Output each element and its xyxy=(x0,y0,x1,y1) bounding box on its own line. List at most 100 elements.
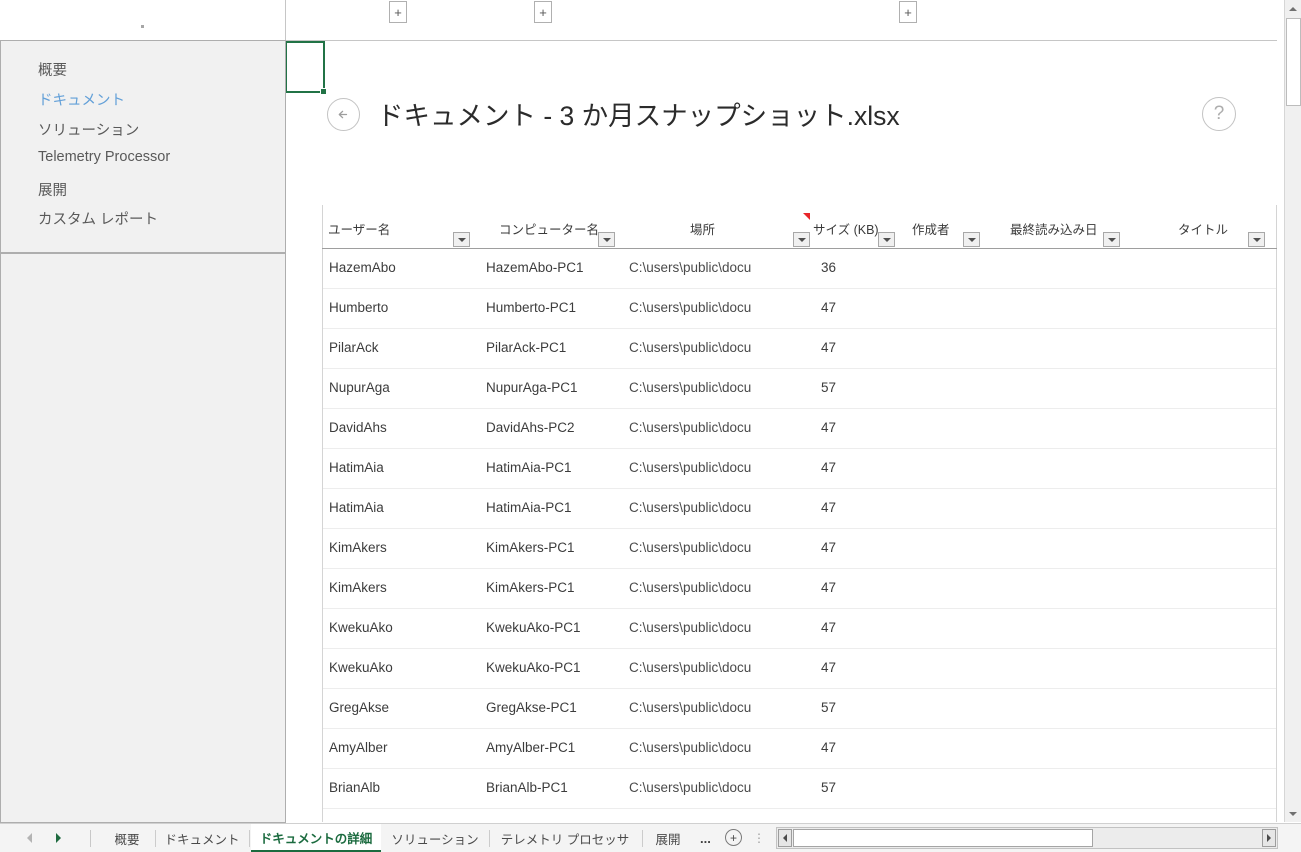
column-header-size: サイズ (KB) xyxy=(813,223,879,237)
table-row[interactable]: HazemAbo HazemAbo-PC1 C:\users\public\do… xyxy=(323,249,1276,289)
vertical-scrollbar[interactable] xyxy=(1284,0,1301,822)
sort-indicator-icon xyxy=(803,213,810,220)
column-header-computername: コンピューター名 xyxy=(499,223,600,237)
cell-location: C:\users\public\docu xyxy=(629,580,752,595)
sheet-tab-overview[interactable]: 概要 xyxy=(103,824,151,852)
table-row[interactable]: KwekuAko KwekuAko-PC1 C:\users\public\do… xyxy=(323,649,1276,689)
filter-button-lastread[interactable] xyxy=(1103,232,1120,247)
sheet-tab-documents[interactable]: ドキュメント xyxy=(157,824,247,852)
column-header-author: 作成者 xyxy=(912,223,950,237)
group-expand-button-3[interactable]: + xyxy=(899,1,917,23)
help-button[interactable]: ? xyxy=(1202,97,1236,131)
selected-cell[interactable] xyxy=(285,41,325,93)
cell-size: 47 xyxy=(821,540,837,555)
horizontal-scrollbar[interactable] xyxy=(776,827,1278,849)
cell-size: 47 xyxy=(821,420,837,435)
chevron-down-icon xyxy=(1107,237,1116,242)
cell-computername: KimAkers-PC1 xyxy=(486,540,575,555)
cell-size: 57 xyxy=(821,380,837,395)
chevron-down-icon xyxy=(967,237,976,242)
cell-location: C:\users\public\docu xyxy=(629,340,752,355)
scroll-down-button[interactable] xyxy=(1285,805,1301,822)
sheet-next-button[interactable] xyxy=(52,832,64,844)
sheet-tab-solutions[interactable]: ソリューション xyxy=(389,824,481,852)
filter-button-title[interactable] xyxy=(1248,232,1265,247)
filter-button-computername[interactable] xyxy=(598,232,615,247)
scroll-right-button[interactable] xyxy=(1262,829,1276,847)
cell-username: BrianAlb xyxy=(329,780,381,795)
table-row[interactable]: DavidAhs DavidAhs-PC2 C:\users\public\do… xyxy=(323,409,1276,449)
horizontal-scrollbar-thumb[interactable] xyxy=(793,829,1093,847)
sidebar-item-solutions[interactable]: ソリューション xyxy=(38,119,139,140)
help-question-icon: ? xyxy=(1213,103,1225,124)
sidebar-item-documents[interactable]: ドキュメント xyxy=(38,89,125,110)
sheet-tab-document-details[interactable]: ドキュメントの詳細 xyxy=(251,824,381,852)
scroll-up-button[interactable] xyxy=(1285,0,1301,17)
triangle-right-icon xyxy=(1267,834,1271,842)
cell-computername: AmyAlber-PC1 xyxy=(486,740,576,755)
sheet-tab-divider xyxy=(489,830,490,847)
cell-username: NupurAga xyxy=(329,380,390,395)
table-row[interactable]: Humberto Humberto-PC1 C:\users\public\do… xyxy=(323,289,1276,329)
page-title: ドキュメント - 3 か月スナップショット.xlsx xyxy=(377,101,900,131)
filter-button-username[interactable] xyxy=(453,232,470,247)
filter-button-location[interactable] xyxy=(793,232,810,247)
chevron-down-icon xyxy=(882,237,891,242)
table-row[interactable]: HatimAia HatimAia-PC1 C:\users\public\do… xyxy=(323,489,1276,529)
scroll-left-button[interactable] xyxy=(778,829,792,847)
cell-location: C:\users\public\docu xyxy=(629,260,752,275)
cell-username: KimAkers xyxy=(329,540,387,555)
chevron-down-icon xyxy=(457,237,466,242)
back-button[interactable] xyxy=(327,98,360,131)
group-expand-button-1[interactable]: + xyxy=(389,1,407,23)
sidebar-item-telemetry-processor[interactable]: Telemetry Processor xyxy=(38,149,170,165)
cell-username: KimAkers xyxy=(329,580,387,595)
cell-computername: KimAkers-PC1 xyxy=(486,580,575,595)
sheet-tabs-overflow-button[interactable]: ... xyxy=(700,831,711,846)
sidebar-item-overview[interactable]: 概要 xyxy=(38,59,67,80)
cell-username: DavidAhs xyxy=(329,420,387,435)
sheet-tab-divider xyxy=(642,830,643,847)
chevron-down-icon xyxy=(602,237,611,242)
sidebar-item-deployment[interactable]: 展開 xyxy=(38,179,67,200)
column-header-location: 場所 xyxy=(690,223,716,237)
data-table: ユーザー名 コンピューター名 場所 サイズ (KB) 作成者 最終読み込み日 タ… xyxy=(322,205,1277,822)
triangle-up-icon xyxy=(1289,6,1297,11)
table-row[interactable]: KimAkers KimAkers-PC1 C:\users\public\do… xyxy=(323,569,1276,609)
table-row[interactable]: KimAkers KimAkers-PC1 C:\users\public\do… xyxy=(323,529,1276,569)
cell-size: 57 xyxy=(821,780,837,795)
cell-computername: GregAkse-PC1 xyxy=(486,700,577,715)
table-right-border xyxy=(1276,205,1277,822)
filter-button-size[interactable] xyxy=(878,232,895,247)
sheet-tab-deployment[interactable]: 展開 xyxy=(648,824,688,852)
table-row[interactable]: PilarAck PilarAck-PC1 C:\users\public\do… xyxy=(323,329,1276,369)
back-arrow-icon xyxy=(338,110,348,119)
table-row[interactable]: AmyAlber AmyAlber-PC1 C:\users\public\do… xyxy=(323,729,1276,769)
vertical-scrollbar-thumb[interactable] xyxy=(1286,18,1301,106)
table-row[interactable]: NupurAga NupurAga-PC1 C:\users\public\do… xyxy=(323,369,1276,409)
filter-button-author[interactable] xyxy=(963,232,980,247)
sheet-bar-more-options[interactable]: ⋮ xyxy=(753,831,765,845)
table-row[interactable]: HatimAia HatimAia-PC1 C:\users\public\do… xyxy=(323,449,1276,489)
cell-username: GregAkse xyxy=(329,700,390,715)
cell-location: C:\users\public\docu xyxy=(629,540,752,555)
sheet-prev-button[interactable] xyxy=(23,832,35,844)
sheet-tab-divider xyxy=(249,830,250,847)
fill-handle[interactable] xyxy=(320,88,327,95)
sheet-tab-telemetry-processor[interactable]: テレメトリ プロセッサ xyxy=(494,824,636,852)
table-row[interactable]: KwekuAko KwekuAko-PC1 C:\users\public\do… xyxy=(323,609,1276,649)
chevron-down-icon xyxy=(797,237,806,242)
cell-username: AmyAlber xyxy=(329,740,388,755)
cell-username: HatimAia xyxy=(329,500,384,515)
add-sheet-button[interactable]: + xyxy=(725,829,742,846)
cell-username: Humberto xyxy=(329,300,389,315)
cell-location: C:\users\public\docu xyxy=(629,300,752,315)
sidebar-item-custom-reports[interactable]: カスタム レポート xyxy=(38,208,158,229)
cell-size: 47 xyxy=(821,740,837,755)
table-row[interactable]: BrianAlb BrianAlb-PC1 C:\users\public\do… xyxy=(323,769,1276,809)
table-row[interactable]: GregAkse GregAkse-PC1 C:\users\public\do… xyxy=(323,689,1276,729)
cell-computername: HatimAia-PC1 xyxy=(486,460,572,475)
cell-location: C:\users\public\docu xyxy=(629,740,752,755)
group-expand-button-2[interactable]: + xyxy=(534,1,552,23)
grid-top-border xyxy=(285,40,1277,41)
